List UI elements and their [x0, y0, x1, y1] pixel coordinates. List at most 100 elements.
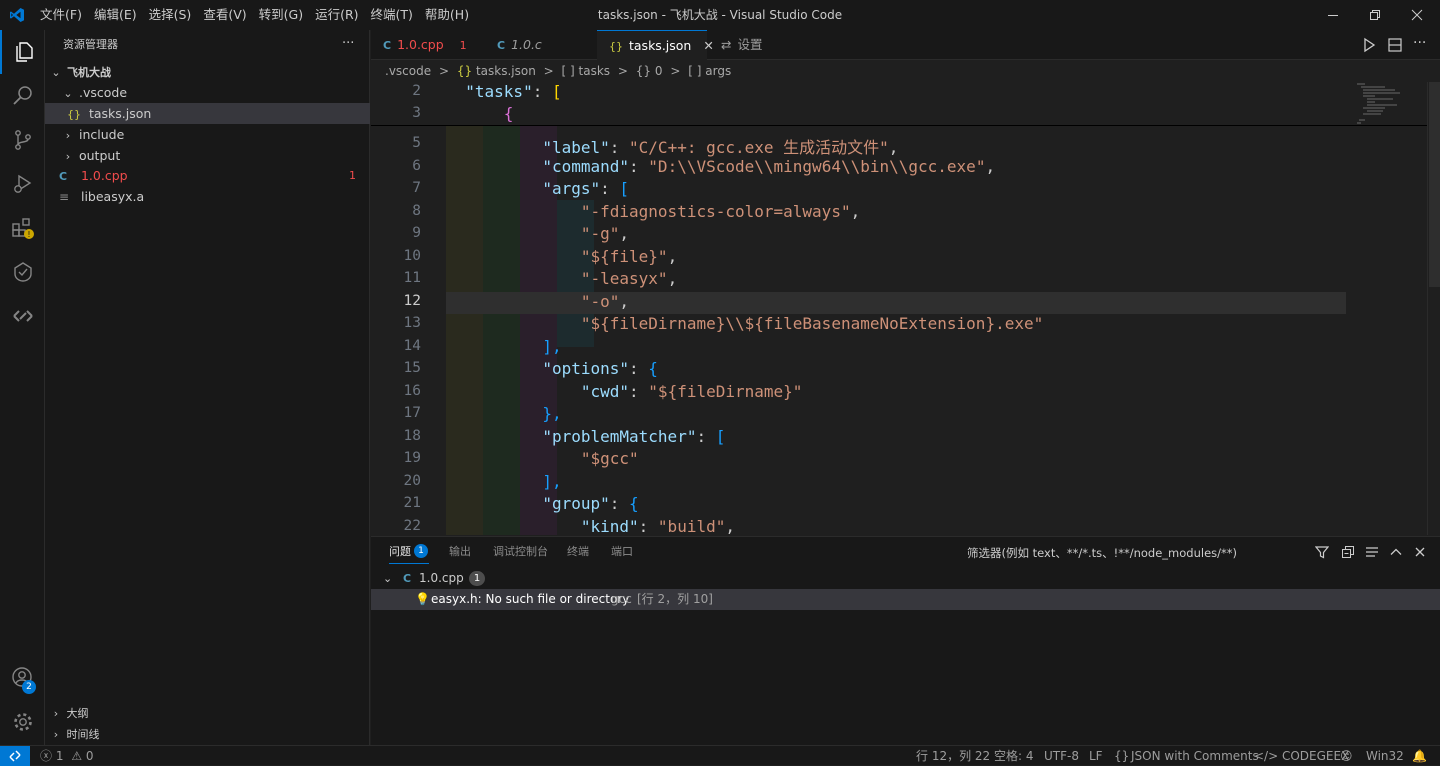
end-of-line[interactable]: LF [1089, 746, 1103, 766]
tab-settings[interactable]: ⇄ 设置 [709, 30, 809, 60]
tab-label: 设置 [737, 37, 763, 52]
tab-tasks-json[interactable]: {} tasks.json ✕ [597, 30, 714, 60]
file-libeasyx[interactable]: ≡ libeasyx.a [45, 186, 370, 207]
file-cpp[interactable]: C 1.0.cpp 1 [45, 165, 370, 186]
problems-filter-input[interactable]: 筛选器(例如 text、**/*.ts、!**/node_modules/**) [967, 545, 1237, 561]
chevron-right-icon: › [65, 150, 71, 163]
language-mode[interactable]: JSON with Comments [1131, 746, 1259, 766]
maximize-panel-icon[interactable] [1389, 545, 1403, 563]
encoding[interactable]: UTF-8 [1044, 746, 1079, 766]
file-tasks-json[interactable]: {} tasks.json [45, 103, 370, 124]
folder-root[interactable]: ⌄ 飞机大战 [45, 61, 370, 82]
menu-view[interactable]: 查看(V) [197, 4, 252, 26]
line-number: 3 [412, 105, 421, 121]
folder-vscode-label: .vscode [78, 85, 128, 100]
maximize-button[interactable] [1352, 0, 1398, 30]
line-number: 22 [403, 517, 421, 534]
menu-file[interactable]: 文件(F) [34, 4, 88, 26]
platform[interactable]: Win32 [1366, 746, 1404, 766]
menu-terminal[interactable]: 终端(T) [365, 4, 419, 26]
lightbulb-icon[interactable]: 💡 [415, 589, 430, 610]
editor-scrollbar[interactable] [1427, 82, 1440, 535]
close-panel-icon[interactable] [1413, 545, 1427, 563]
chevron-right-icon: › [53, 707, 59, 720]
code-line: "$gcc" [446, 449, 639, 468]
tab-output[interactable]: 输出 [449, 543, 471, 559]
tab-label: 1.0.cpp [397, 37, 444, 52]
run-file-icon[interactable] [1361, 37, 1377, 57]
filter-icon[interactable] [1314, 545, 1330, 563]
codegeex-icon[interactable] [0, 294, 45, 338]
breadcrumb-folder[interactable]: .vscode [385, 64, 431, 78]
folder-output[interactable]: › output [45, 145, 370, 166]
warning-count: 0 [85, 749, 94, 763]
file-tasks-label: tasks.json [88, 106, 152, 121]
view-as-list-icon[interactable] [1365, 545, 1379, 563]
sticky-scroll[interactable]: 2 "tasks": [ 3 { [371, 82, 1427, 126]
line-number: 18 [403, 427, 421, 444]
tab-debug-console[interactable]: 调试控制台 [493, 543, 548, 559]
menu-help[interactable]: 帮助(H) [419, 4, 475, 26]
code-line: "${fileDirname}\\${fileBasenameNoExtensi… [446, 314, 1043, 333]
more-actions-button[interactable]: ··· [1413, 35, 1426, 51]
folder-vscode[interactable]: ⌄ .vscode [45, 82, 370, 103]
codegeex-status[interactable]: </> CODEGEEX [1254, 746, 1349, 766]
code-editor[interactable]: 5 6 7 8 9 10 11 12 13 14 15 16 17 18 19 20 21 22 "label":… [371, 82, 1427, 535]
indentation[interactable]: 空格: 4 [994, 746, 1034, 766]
breadcrumb-tasks[interactable]: tasks [579, 64, 611, 78]
folder-include[interactable]: › include [45, 124, 370, 145]
object-icon: {} [635, 64, 652, 78]
array-icon: [ ] [688, 64, 702, 78]
menu-edit[interactable]: 编辑(E) [88, 4, 143, 26]
more-actions-button[interactable]: ··· [342, 36, 354, 51]
breadcrumb-file[interactable]: tasks.json [476, 64, 536, 78]
split-editor-icon[interactable] [1387, 37, 1403, 57]
close-window-button[interactable] [1394, 0, 1440, 30]
code-line: "problemMatcher": [ [542, 426, 726, 446]
tab-terminal[interactable]: 终端 [567, 543, 589, 559]
timeline-section[interactable]: › 时间线 [45, 724, 370, 745]
minimize-button[interactable] [1310, 0, 1356, 30]
json-key: "options" [542, 359, 630, 378]
punctuation: , [850, 201, 861, 221]
tab-problems[interactable]: 问题 [389, 543, 411, 559]
code-line: "group": { [542, 494, 639, 513]
scrollbar-thumb[interactable] [1429, 82, 1440, 287]
json-string: "D:\\VScode\\mingw64\\bin\\gcc.exe" [648, 156, 986, 176]
menu-run[interactable]: 运行(R) [309, 4, 364, 26]
menu-selection[interactable]: 选择(S) [143, 4, 198, 26]
accounts-icon[interactable]: 2 [0, 656, 45, 700]
search-icon[interactable] [0, 74, 45, 118]
tab-1-0-cpp[interactable]: C 1.0.cpp 1 [371, 30, 483, 60]
run-debug-icon[interactable] [0, 162, 45, 206]
problems-status[interactable]: ⓧ 1 ⚠ 0 [40, 746, 94, 766]
minimap[interactable] [1355, 82, 1415, 127]
json-string: "build" [657, 516, 726, 536]
tab-ports[interactable]: 端口 [611, 543, 633, 559]
line-number: 6 [412, 157, 421, 174]
source-control-icon[interactable] [0, 118, 45, 162]
code-line: "-g", [446, 224, 629, 243]
explorer-icon[interactable] [0, 30, 45, 74]
problem-row[interactable]: 💡 easyx.h: No such file or directory gcc… [371, 589, 1440, 610]
cursor-position[interactable]: 行 12，列 22 [916, 746, 990, 766]
extensions-icon[interactable]: ! [0, 206, 45, 250]
punctuation: [ [619, 179, 630, 198]
collapse-all-icon[interactable] [1341, 545, 1355, 563]
tab-1-0-c[interactable]: C 1.0.c [485, 30, 595, 60]
breadcrumb-args[interactable]: args [705, 64, 731, 78]
menu-go[interactable]: 转到(G) [253, 4, 309, 26]
remote-indicator[interactable] [0, 746, 30, 766]
json-key: "cwd" [580, 381, 630, 401]
breadcrumb-index[interactable]: 0 [655, 64, 663, 78]
json-string: "${file}" [580, 246, 668, 266]
testing-icon[interactable] [0, 250, 45, 294]
outline-section[interactable]: › 大纲 [45, 703, 370, 724]
problem-file-row[interactable]: ⌄ C 1.0.cpp 1 [371, 568, 1440, 589]
warning-icon: ⚠ [71, 749, 83, 763]
copilot-icon[interactable]: ☺ [1340, 746, 1353, 766]
settings-gear-icon[interactable] [0, 700, 45, 744]
timeline-label: 时间线 [66, 728, 100, 741]
notifications-bell-icon[interactable]: 🔔 [1412, 746, 1427, 766]
tab-label: tasks.json [629, 38, 692, 53]
